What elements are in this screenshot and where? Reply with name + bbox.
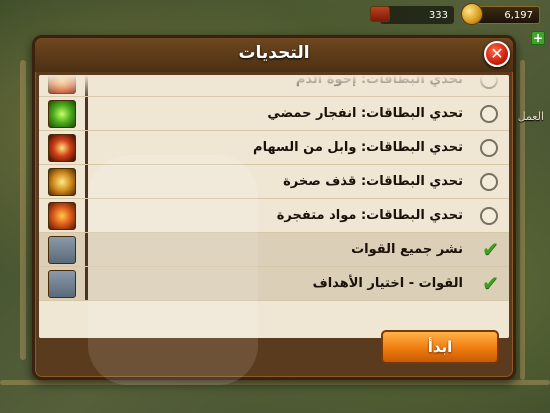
- side-map-label: العمل: [517, 110, 544, 123]
- radio-button[interactable]: [480, 207, 498, 225]
- row-divider: [85, 75, 88, 96]
- checkmark-icon[interactable]: ✔: [482, 237, 499, 261]
- dialog-title-bar: التحديات ✕: [35, 38, 513, 72]
- explosive-card-icon: [48, 202, 76, 230]
- row-divider: [85, 233, 88, 266]
- add-gold-button[interactable]: +: [531, 31, 545, 45]
- arrows-card-icon: [48, 134, 76, 162]
- challenge-row[interactable]: تحدي البطاقات: انفجار حمضي: [39, 97, 509, 131]
- challenge-label: القوات - اختيار الأهداف: [312, 276, 463, 291]
- challenge-row[interactable]: تحدي البطاقات: وابل من السهام: [39, 131, 509, 165]
- close-button[interactable]: ✕: [484, 41, 510, 67]
- gold-counter[interactable]: 6,197: [461, 3, 540, 25]
- troop-icon: [48, 270, 76, 298]
- troops-count: 333: [428, 9, 448, 21]
- challenge-row[interactable]: تحدي البطاقات: قذف صخرة: [39, 165, 509, 199]
- start-button[interactable]: ابدأ: [381, 330, 499, 364]
- challenge-label: نشر جميع القوات: [351, 242, 463, 257]
- challenge-row[interactable]: تحدي البطاقات: إخوة الدم: [39, 75, 509, 97]
- troop-icon: [48, 236, 76, 264]
- troops-icon: [370, 6, 390, 22]
- dialog-title: التحديات: [238, 43, 310, 63]
- gold-coin-icon: [461, 3, 483, 25]
- challenge-label: تحدي البطاقات: مواد متفجرة: [276, 208, 463, 223]
- map-road: [0, 380, 550, 385]
- challenge-row[interactable]: نشر جميع القوات ✔: [39, 233, 509, 267]
- acid-card-icon: [48, 100, 76, 128]
- row-divider: [85, 165, 88, 198]
- map-road: [20, 60, 26, 360]
- row-divider: [85, 97, 88, 130]
- challenge-label: تحدي البطاقات: قذف صخرة: [283, 174, 463, 189]
- troops-counter[interactable]: 333: [370, 6, 454, 24]
- challenges-dialog: التحديات ✕ تحدي البطاقات: إخوة الدم تحدي…: [32, 35, 516, 380]
- rock-card-icon: [48, 168, 76, 196]
- row-divider: [85, 267, 88, 300]
- row-divider: [85, 131, 88, 164]
- radio-button[interactable]: [480, 75, 498, 89]
- challenges-list[interactable]: تحدي البطاقات: إخوة الدم تحدي البطاقات: …: [39, 75, 509, 338]
- challenge-row[interactable]: القوات - اختيار الأهداف ✔: [39, 267, 509, 301]
- checkmark-icon[interactable]: ✔: [482, 271, 499, 295]
- fire-card-icon: [48, 75, 76, 94]
- radio-button[interactable]: [480, 139, 498, 157]
- challenge-label: تحدي البطاقات: وابل من السهام: [253, 140, 463, 155]
- row-divider: [85, 199, 88, 232]
- map-road: [520, 60, 525, 380]
- radio-button[interactable]: [480, 173, 498, 191]
- gold-count: 6,197: [504, 9, 533, 21]
- radio-button[interactable]: [480, 105, 498, 123]
- challenge-row[interactable]: تحدي البطاقات: مواد متفجرة: [39, 199, 509, 233]
- challenge-label: تحدي البطاقات: انفجار حمضي: [267, 106, 463, 121]
- challenge-label: تحدي البطاقات: إخوة الدم: [295, 75, 463, 87]
